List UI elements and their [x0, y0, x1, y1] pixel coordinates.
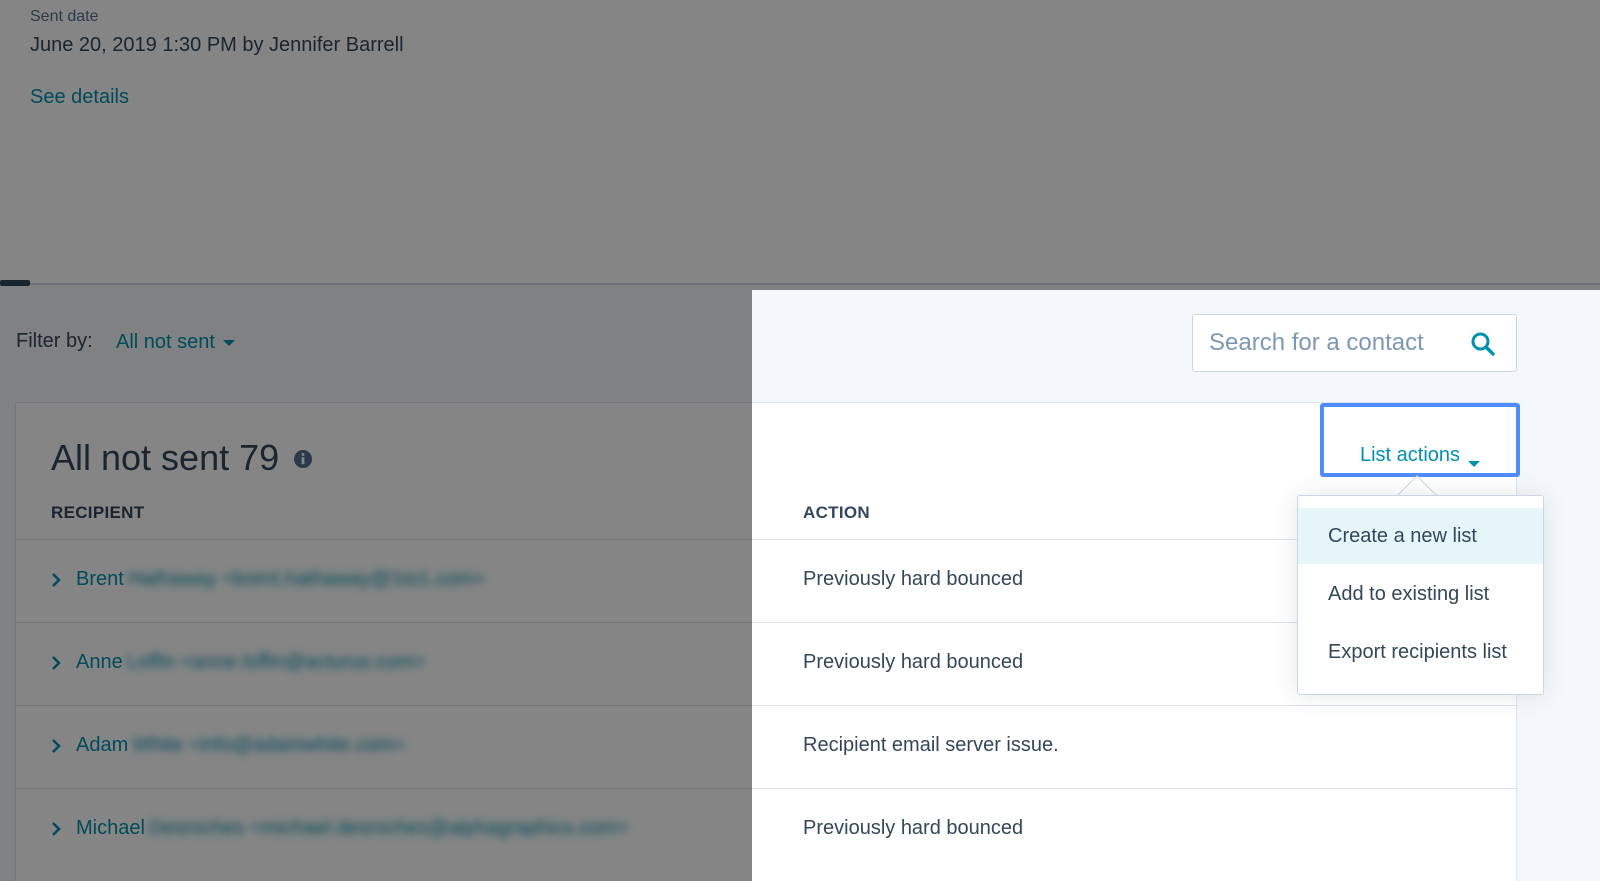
overlay-scrim-left: [0, 290, 752, 881]
menu-item-create-new-list[interactable]: Create a new list: [1298, 508, 1543, 564]
list-actions-label: List actions: [1359, 444, 1461, 466]
row-action: Previously hard bounced: [803, 651, 1024, 673]
row-action: Previously hard bounced: [803, 817, 1024, 839]
list-actions-menu: Create a new list Add to existing list E…: [1297, 495, 1544, 695]
search-input[interactable]: [1209, 315, 1459, 371]
contact-search: [1192, 314, 1517, 372]
menu-item-add-to-existing-list[interactable]: Add to existing list: [1298, 566, 1543, 622]
menu-item-export-recipients-list[interactable]: Export recipients list: [1298, 624, 1543, 680]
column-header-action[interactable]: ACTION: [803, 503, 870, 523]
row-action: Previously hard bounced: [803, 568, 1024, 590]
row-action: Recipient email server issue.: [803, 734, 1059, 756]
list-actions-button[interactable]: List actions: [1320, 403, 1520, 477]
caret-down-icon: [1468, 461, 1481, 467]
search-icon[interactable]: [1470, 331, 1496, 357]
overlay-scrim-top: [0, 0, 1600, 290]
